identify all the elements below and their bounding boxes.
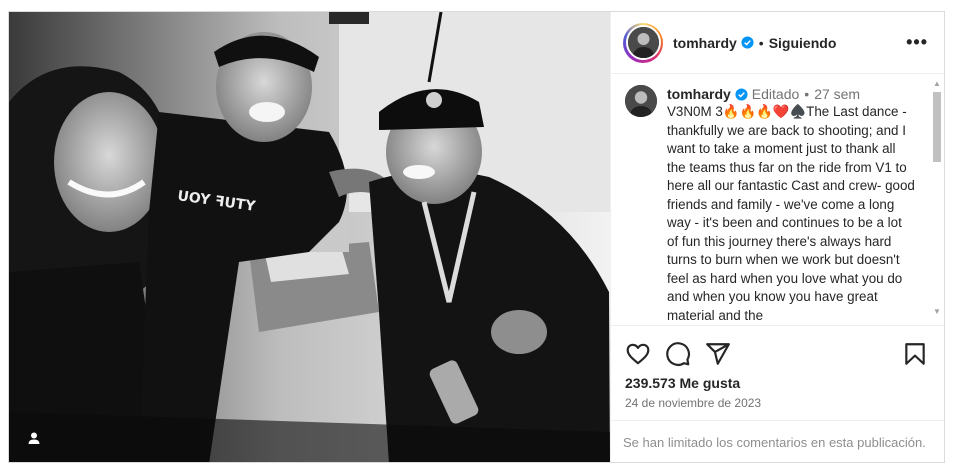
author-avatar[interactable] bbox=[623, 22, 663, 63]
post-actions: 239.573 Me gusta 24 de noviembre de 2023 bbox=[611, 325, 944, 433]
scroll-up-icon[interactable]: ▲ bbox=[933, 80, 941, 88]
likes-count[interactable]: 239.573 Me gusta bbox=[625, 375, 740, 391]
verified-badge-icon bbox=[741, 36, 754, 49]
comments-limited-notice: Se han limitado los comentarios en esta … bbox=[611, 420, 944, 462]
heart-icon[interactable] bbox=[625, 341, 651, 367]
caption-separator: • bbox=[804, 86, 810, 102]
tagged-user-icon[interactable] bbox=[24, 428, 44, 448]
caption-avatar[interactable] bbox=[625, 85, 657, 117]
bookmark-icon[interactable] bbox=[902, 341, 928, 367]
post-card: UOY ꟻUTY tomhardy • Siguiendo ••• tomhar… bbox=[8, 11, 945, 463]
post-date[interactable]: 24 de noviembre de 2023 bbox=[625, 396, 761, 410]
action-icons bbox=[625, 341, 731, 367]
caption-scrollbar[interactable]: ▲ ▼ bbox=[932, 80, 942, 316]
post-image: UOY ꟻUTY bbox=[9, 12, 610, 462]
post-photo[interactable]: UOY ꟻUTY bbox=[9, 12, 610, 462]
caption-text: V3N0M 3🔥🔥🔥❤️♠️The Last dance - thankfull… bbox=[667, 104, 919, 323]
share-icon[interactable] bbox=[705, 341, 731, 367]
following-button[interactable]: Siguiendo bbox=[769, 35, 837, 51]
post-header: tomhardy • Siguiendo ••• bbox=[611, 12, 944, 74]
more-options-icon[interactable]: ••• bbox=[906, 33, 928, 51]
author-username[interactable]: tomhardy bbox=[673, 35, 737, 51]
verified-badge-icon bbox=[735, 87, 748, 101]
post-sidebar: tomhardy • Siguiendo ••• tomhardy Editad… bbox=[610, 12, 944, 462]
comment-icon[interactable] bbox=[665, 341, 691, 367]
caption-row: tomhardy Editado • 27 sem V3N0M 3🔥🔥🔥❤️♠️… bbox=[611, 75, 944, 325]
scroll-down-icon[interactable]: ▼ bbox=[933, 308, 941, 316]
header-separator: • bbox=[758, 34, 764, 51]
caption-body: tomhardy Editado • 27 sem V3N0M 3🔥🔥🔥❤️♠️… bbox=[667, 85, 915, 325]
caption-head: tomhardy Editado • 27 sem bbox=[667, 85, 915, 103]
caption-username[interactable]: tomhardy bbox=[667, 85, 731, 103]
post-time-ago[interactable]: 27 sem bbox=[814, 85, 860, 103]
edited-label: Editado bbox=[751, 86, 800, 102]
caption-area[interactable]: tomhardy Editado • 27 sem V3N0M 3🔥🔥🔥❤️♠️… bbox=[611, 75, 944, 325]
scroll-thumb[interactable] bbox=[933, 92, 941, 162]
